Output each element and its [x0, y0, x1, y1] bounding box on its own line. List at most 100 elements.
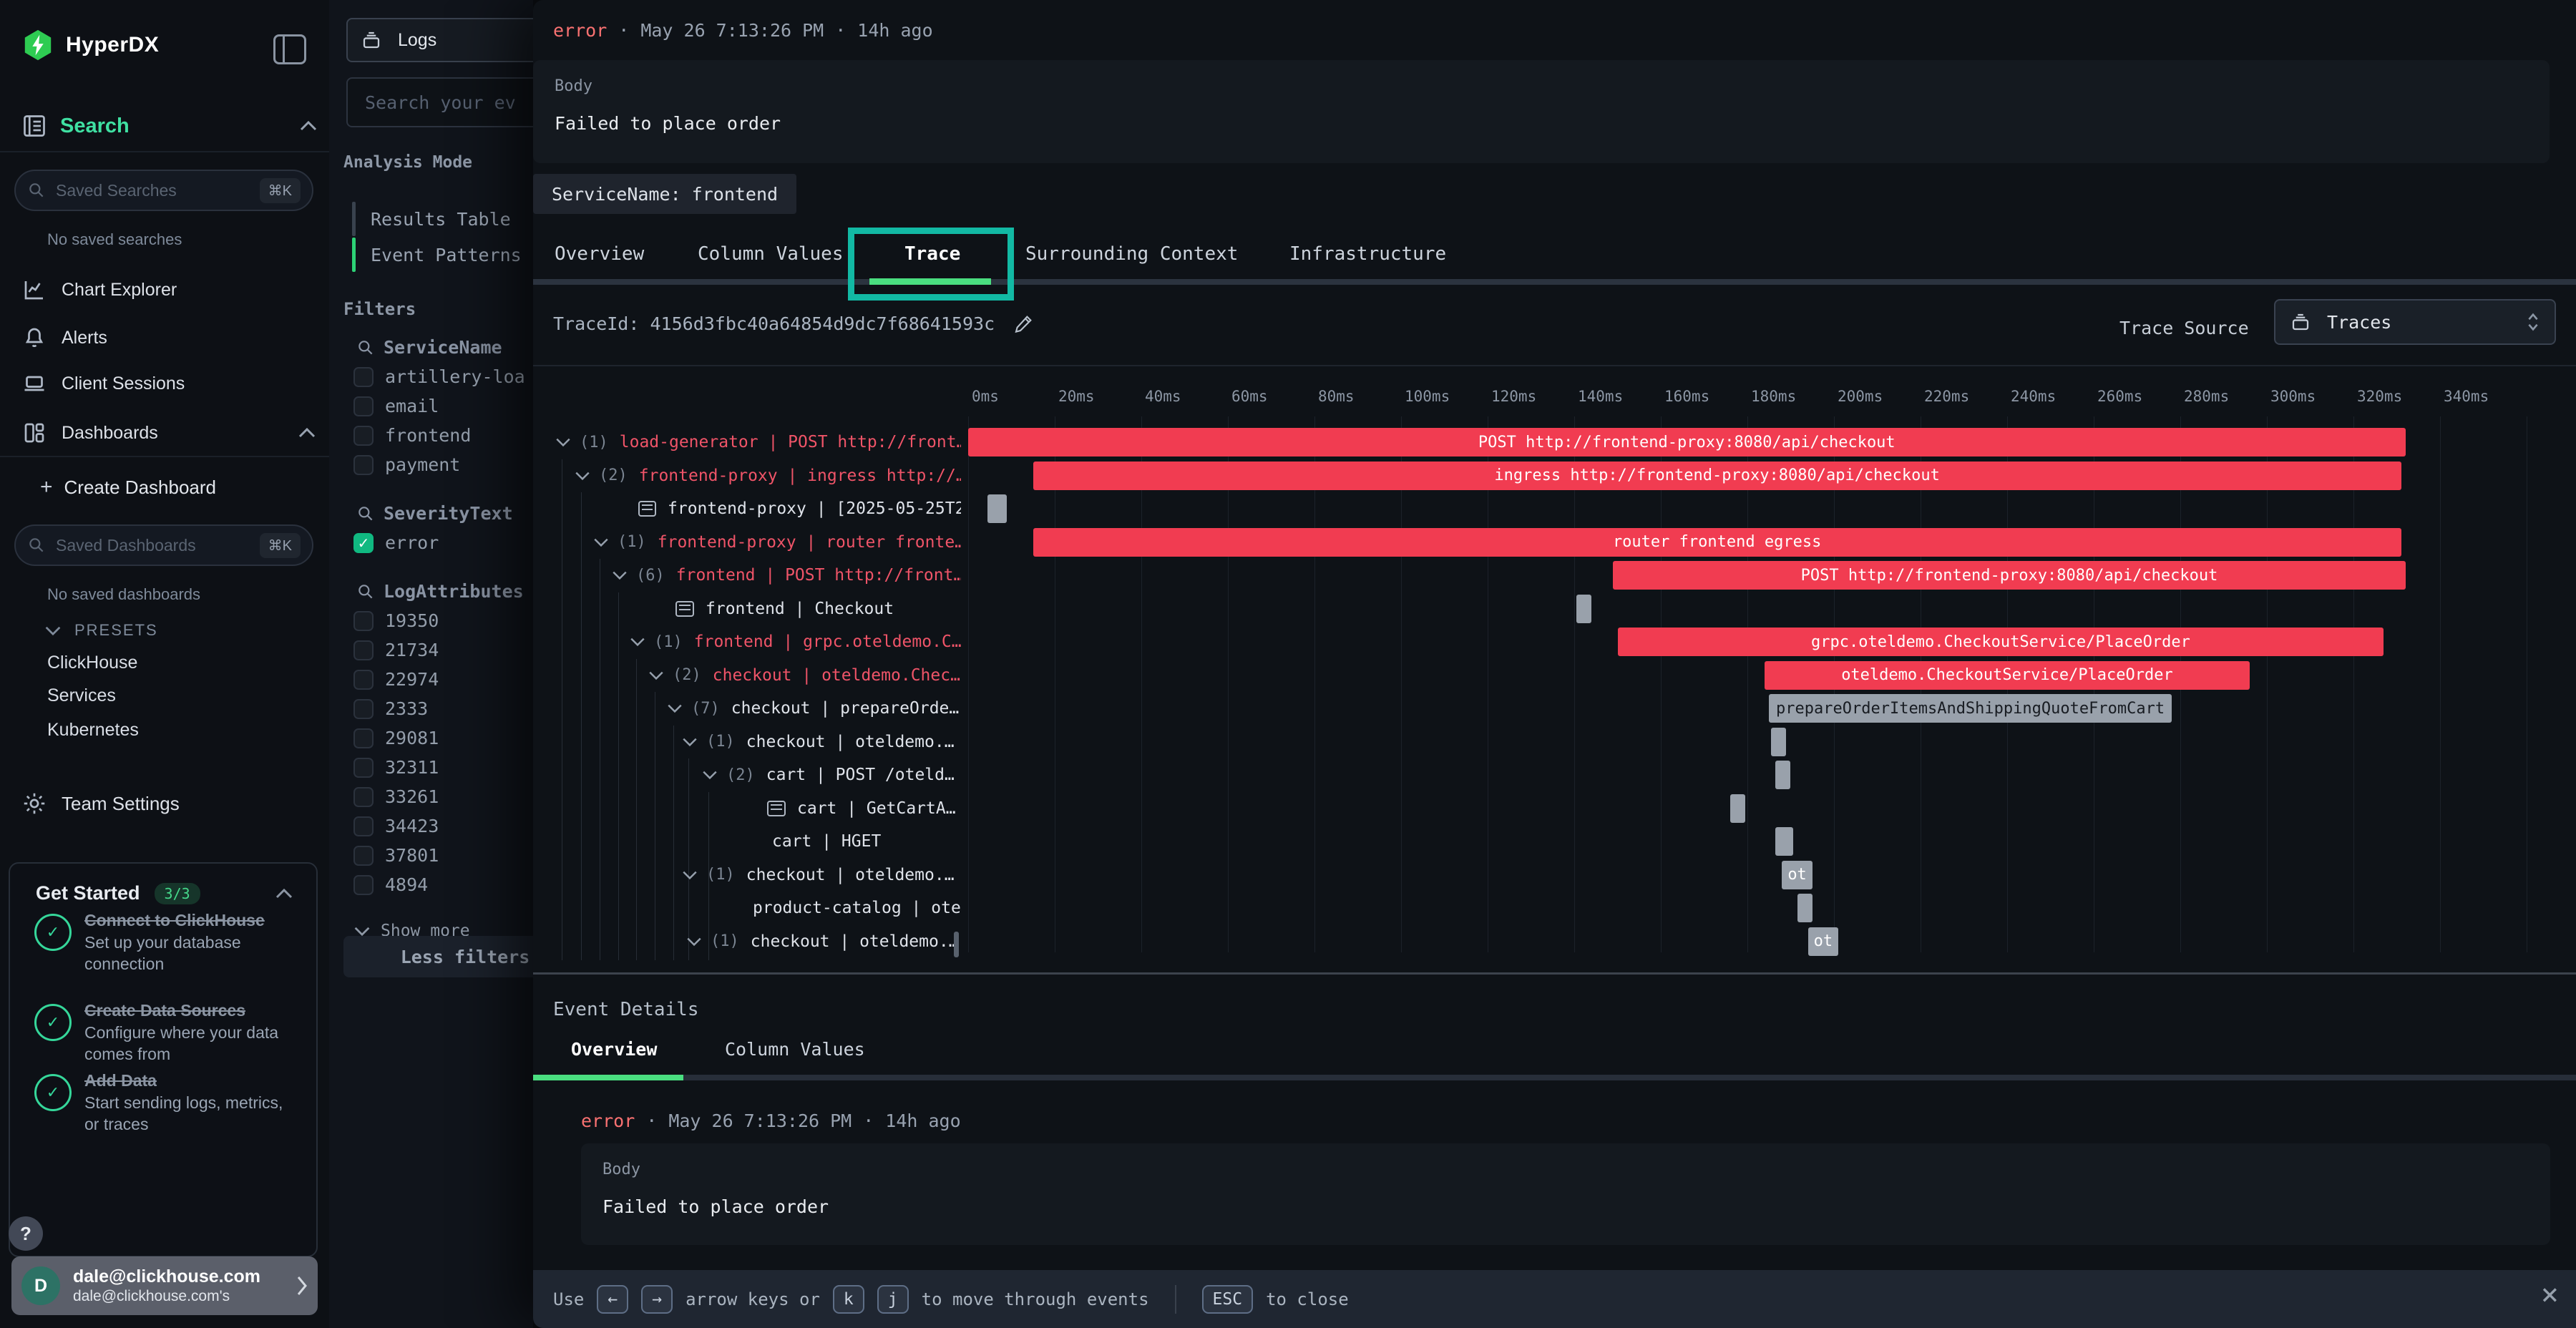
- sidebar-item-dashboards[interactable]: Dashboards: [21, 416, 308, 449]
- filter-value-label[interactable]: frontend: [385, 425, 471, 446]
- chevron-down-icon[interactable]: [702, 770, 718, 780]
- filter-checkbox-artillery-loa[interactable]: [353, 367, 374, 387]
- filter-checkbox-19350[interactable]: [353, 611, 374, 631]
- trace-span-row[interactable]: (1)checkout | oteldemo.…: [533, 925, 961, 958]
- span-duration-bar[interactable]: POST http://frontend-proxy:8080/api/chec…: [1613, 561, 2405, 590]
- search-icon[interactable]: [356, 338, 375, 357]
- get-started-step[interactable]: ✓Connect to ClickHouseSet up your databa…: [34, 909, 299, 975]
- help-button[interactable]: ?: [9, 1216, 43, 1251]
- filter-checkbox-29081[interactable]: [353, 728, 374, 748]
- span-duration-bar[interactable]: router frontend egress: [1033, 528, 2401, 557]
- span-duration-bar[interactable]: [1771, 728, 1786, 756]
- less-filters-button[interactable]: Less filters: [343, 936, 533, 977]
- span-duration-bar[interactable]: [1576, 595, 1591, 623]
- chevron-down-icon[interactable]: [682, 870, 698, 880]
- span-duration-bar[interactable]: [1797, 894, 1813, 922]
- span-duration-bar[interactable]: [987, 494, 1007, 523]
- esc-key[interactable]: ESC: [1202, 1285, 1254, 1314]
- user-menu[interactable]: D dale@clickhouse.com dale@clickhouse.co…: [11, 1256, 318, 1315]
- arrow-right-key[interactable]: →: [641, 1285, 673, 1314]
- filter-value-label[interactable]: 19350: [385, 610, 439, 631]
- filter-value-label[interactable]: 4894: [385, 874, 428, 895]
- chevron-down-icon[interactable]: [686, 937, 702, 947]
- trace-span-row[interactable]: (7)checkout | prepareOrde…: [533, 692, 961, 725]
- filter-value-label[interactable]: 37801: [385, 845, 439, 866]
- chevron-down-icon[interactable]: [648, 670, 664, 680]
- span-duration-bar[interactable]: ingress http://frontend-proxy:8080/api/c…: [1033, 462, 2401, 490]
- trace-span-row[interactable]: (2)cart | POST /oteld…: [533, 758, 961, 791]
- filter-checkbox-payment[interactable]: [353, 455, 374, 475]
- k-key[interactable]: k: [833, 1285, 864, 1314]
- filter-value-label[interactable]: 34423: [385, 816, 439, 836]
- brand-row[interactable]: HyperDX: [21, 29, 159, 62]
- chevron-down-icon[interactable]: [630, 637, 645, 647]
- span-duration-bar[interactable]: grpc.oteldemo.CheckoutService/PlaceOrder: [1618, 628, 2384, 656]
- filter-value-label[interactable]: 32311: [385, 757, 439, 778]
- analysis-mode-results-table[interactable]: Results Table: [371, 209, 511, 230]
- chevron-down-icon[interactable]: [555, 437, 571, 447]
- filter-value-label[interactable]: 29081: [385, 728, 439, 748]
- filter-value-label[interactable]: 33261: [385, 786, 439, 807]
- span-duration-bar[interactable]: ot: [1808, 927, 1838, 956]
- filter-checkbox-4894[interactable]: [353, 875, 374, 895]
- close-icon[interactable]: ×: [2541, 1279, 2559, 1309]
- span-duration-bar[interactable]: [1775, 827, 1792, 856]
- j-key[interactable]: j: [877, 1285, 909, 1314]
- sidebar-item-team-settings[interactable]: Team Settings: [21, 791, 180, 816]
- trace-span-row[interactable]: frontend-proxy | [2025-05-25T2…: [533, 492, 961, 525]
- tab-column-values[interactable]: Column Values: [698, 243, 844, 265]
- chevron-down-icon[interactable]: [593, 537, 609, 547]
- filter-value-label[interactable]: payment: [385, 454, 460, 475]
- filter-checkbox-2333[interactable]: [353, 699, 374, 719]
- event-search-input[interactable]: Search your ev: [346, 77, 533, 127]
- trace-span-row[interactable]: (2)frontend-proxy | ingress http://…: [533, 459, 961, 492]
- filter-checkbox-email[interactable]: [353, 396, 374, 416]
- filter-checkbox-frontend[interactable]: [353, 426, 374, 446]
- sidebar-item-client-sessions[interactable]: Client Sessions: [21, 367, 308, 400]
- trace-span-row[interactable]: cart | HGET: [533, 825, 961, 858]
- trace-span-row[interactable]: product-catalog | ote…: [533, 892, 961, 924]
- filter-value-label[interactable]: 22974: [385, 669, 439, 690]
- chevron-down-icon[interactable]: [612, 570, 628, 580]
- filter-checkbox-21734[interactable]: [353, 640, 374, 660]
- filter-value-label[interactable]: email: [385, 396, 439, 416]
- preset-dashboard-clickhouse[interactable]: ClickHouse: [47, 653, 137, 673]
- get-started-step[interactable]: ✓Create Data SourcesConfigure where your…: [34, 1000, 299, 1065]
- preset-dashboard-services[interactable]: Services: [47, 685, 116, 706]
- search-icon[interactable]: [356, 582, 375, 601]
- tab-surrounding-context[interactable]: Surrounding Context: [1025, 243, 1238, 265]
- get-started-chevron-up-icon[interactable]: [275, 888, 293, 899]
- create-dashboard-button[interactable]: + Create Dashboard: [40, 475, 216, 499]
- span-duration-bar[interactable]: prepareOrderItemsAndShippingQuoteFromCar…: [1769, 694, 2172, 723]
- tab-infrastructure[interactable]: Infrastructure: [1289, 243, 1446, 265]
- chevron-down-icon[interactable]: [682, 737, 698, 747]
- presets-toggle[interactable]: PRESETS: [44, 621, 158, 640]
- span-duration-bar[interactable]: [1730, 794, 1745, 823]
- trace-span-row[interactable]: (1)frontend | grpc.oteldemo.C…: [533, 625, 961, 658]
- filter-checkbox-33261[interactable]: [353, 787, 374, 807]
- span-duration-bar[interactable]: [1775, 761, 1790, 789]
- span-duration-bar[interactable]: oteldemo.CheckoutService/PlaceOrder: [1765, 661, 2250, 690]
- tree-scrollbar-thumb[interactable]: [954, 932, 959, 957]
- chevron-down-icon[interactable]: [667, 703, 683, 713]
- collapse-sidebar-icon[interactable]: [273, 34, 306, 64]
- filter-value-label[interactable]: 21734: [385, 640, 439, 660]
- trace-source-select[interactable]: Traces: [2274, 299, 2556, 345]
- filter-checkbox-22974[interactable]: [353, 670, 374, 690]
- service-name-chip[interactable]: ServiceName: frontend: [533, 174, 796, 214]
- preset-dashboard-kubernetes[interactable]: Kubernetes: [47, 720, 139, 741]
- filter-value-label[interactable]: error: [385, 532, 439, 553]
- search-icon[interactable]: [356, 504, 375, 523]
- sidebar-item-search[interactable]: Search: [21, 113, 130, 139]
- trace-span-row[interactable]: (1)checkout | oteldemo.…: [533, 859, 961, 892]
- trace-span-row[interactable]: (2)checkout | oteldemo.Chec…: [533, 659, 961, 692]
- analysis-mode-event-patterns[interactable]: Event Patterns: [371, 245, 522, 265]
- edit-pencil-icon[interactable]: [1013, 313, 1035, 334]
- get-started-step[interactable]: ✓Add DataStart sending logs, metrics, or…: [34, 1070, 299, 1135]
- saved-dashboards-input[interactable]: Saved Dashboards ⌘K: [14, 524, 313, 566]
- search-section-chevron-up-icon[interactable]: [299, 120, 318, 132]
- trace-span-row[interactable]: (1)load-generator | POST http://front…: [533, 426, 961, 459]
- filter-value-label[interactable]: artillery-loa: [385, 366, 525, 387]
- arrow-left-key[interactable]: ←: [597, 1285, 628, 1314]
- filter-checkbox-32311[interactable]: [353, 758, 374, 778]
